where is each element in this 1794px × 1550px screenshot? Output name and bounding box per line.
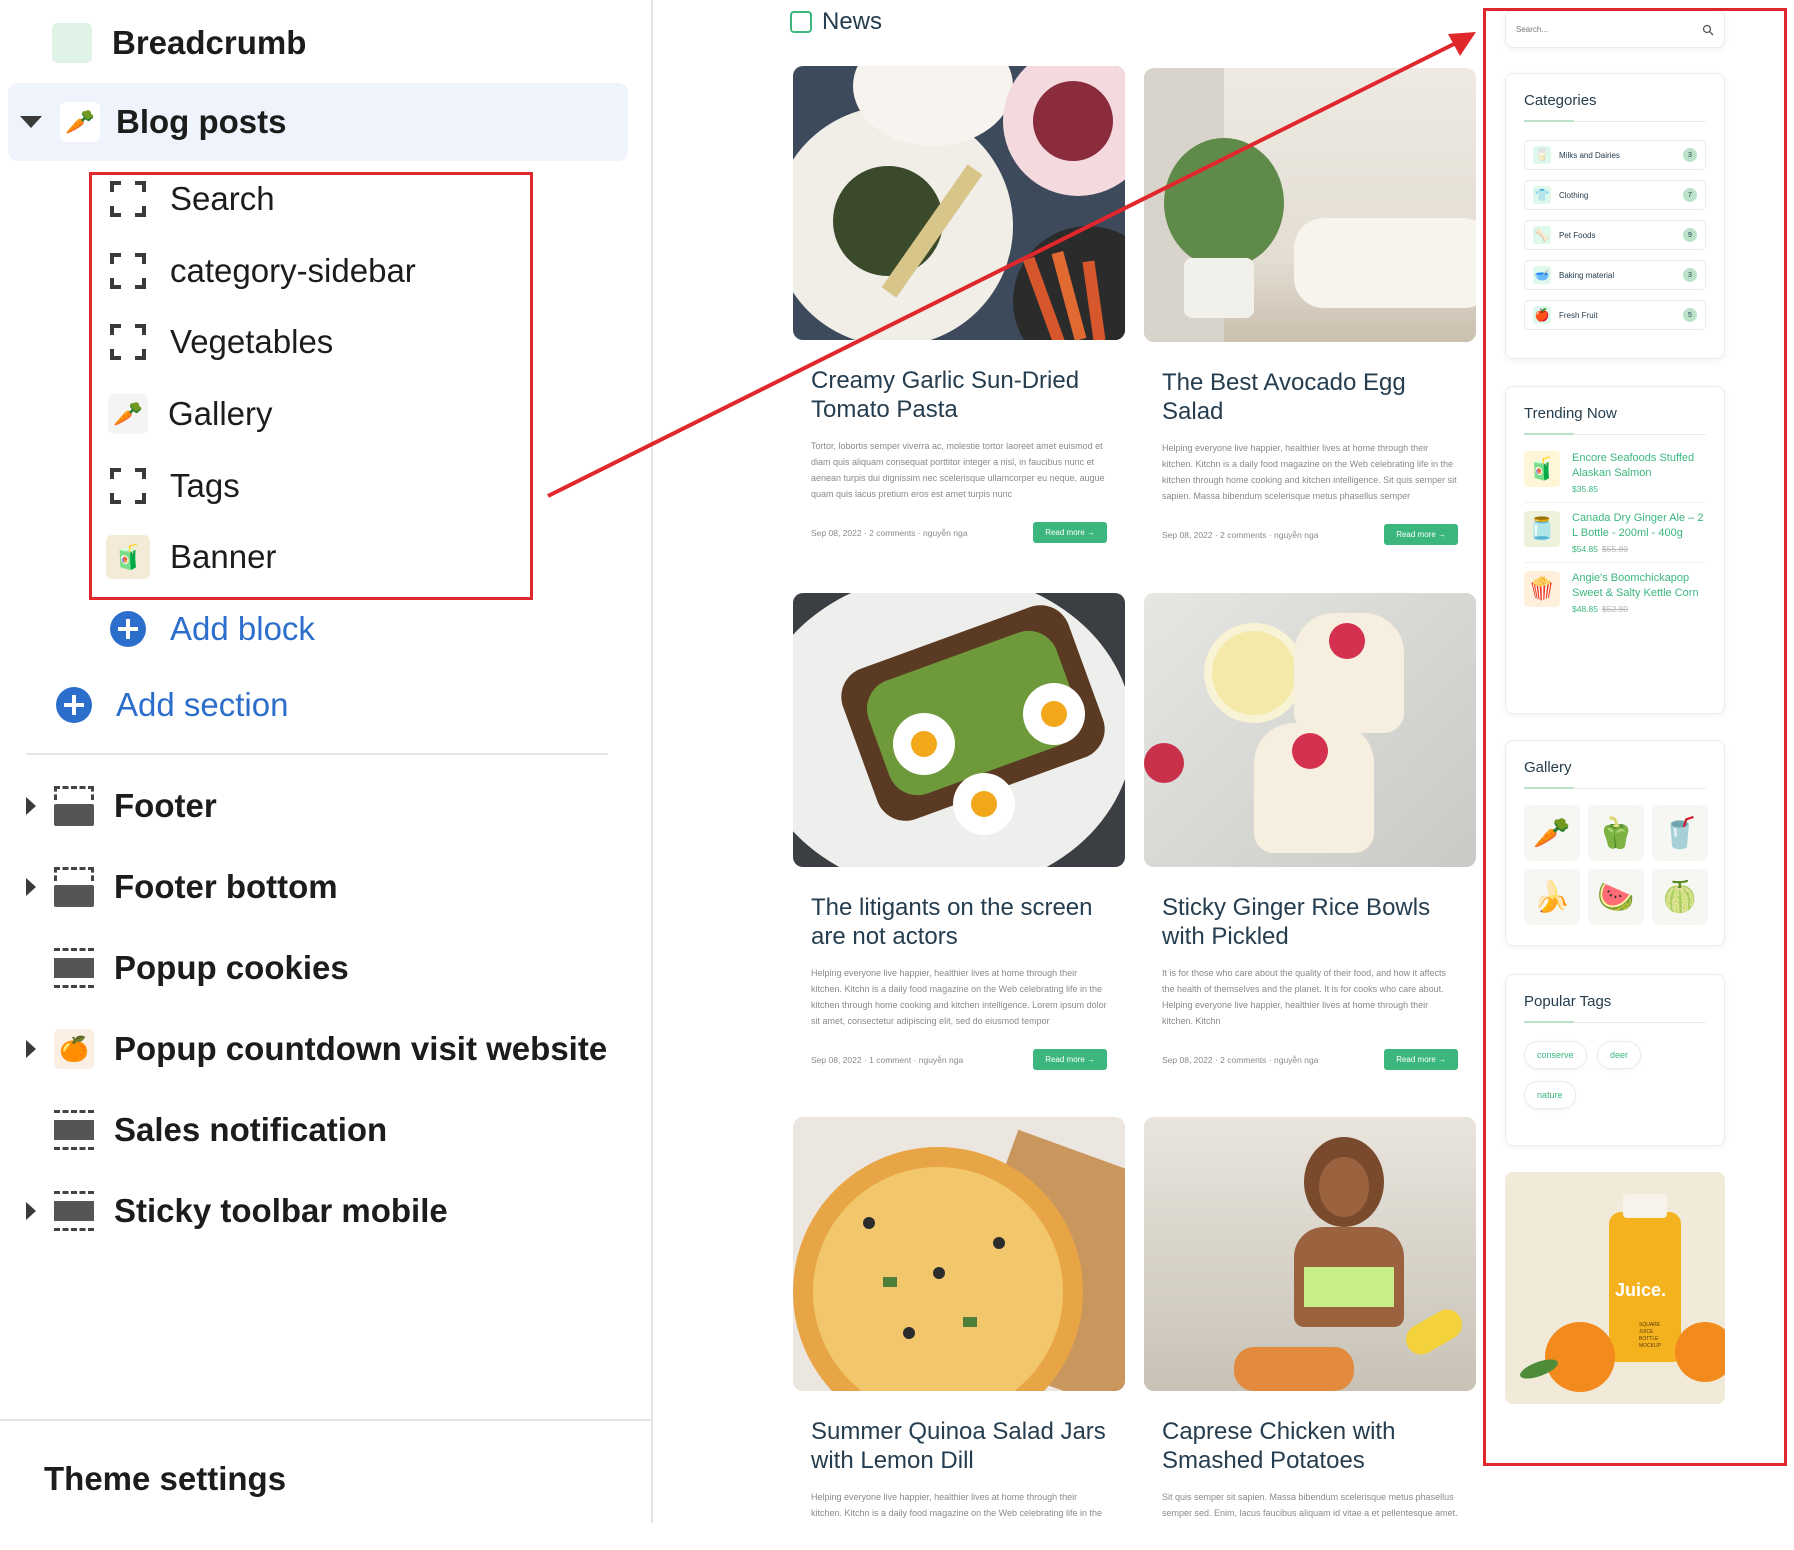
screenshot-stage: Breadcrumb 🥕 Blog posts Search category-… [0,0,1794,1550]
annotation-arrow [547,32,1476,498]
